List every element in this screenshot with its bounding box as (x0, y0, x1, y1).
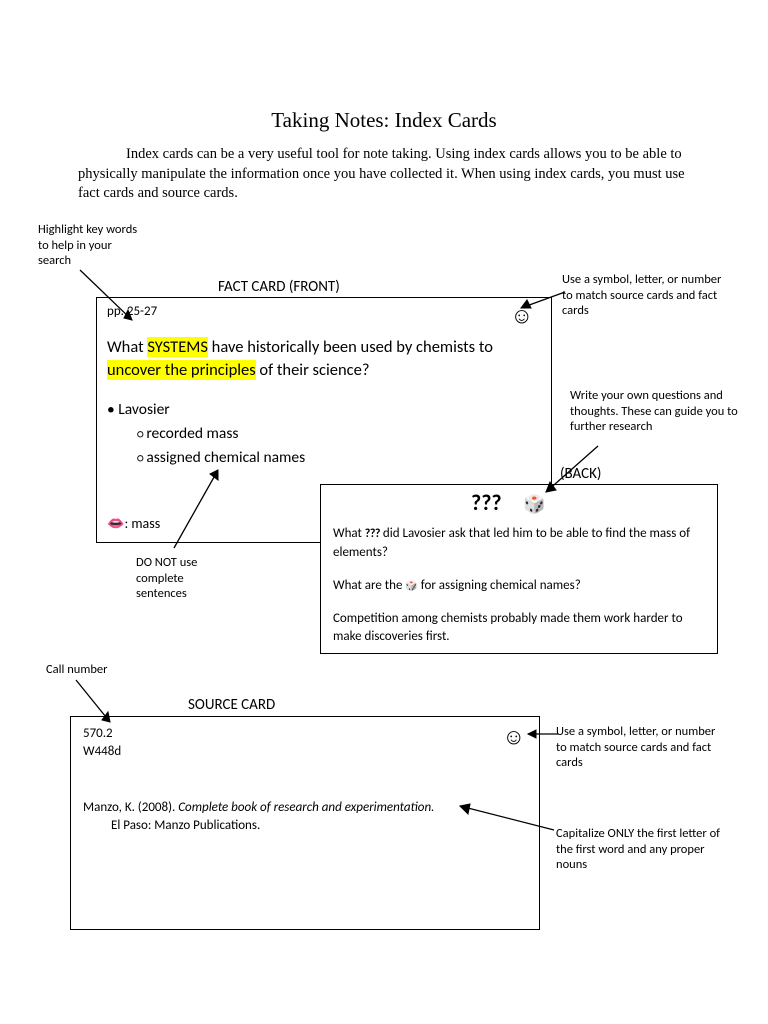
fact-card-back: ??? 🎲 What ??? did Lavosier ask that led… (320, 484, 718, 654)
arrow-icon (168, 464, 228, 554)
arrow-icon (76, 266, 146, 330)
lips-icon: 👄 (107, 515, 124, 532)
q-text: of their science? (256, 360, 370, 380)
inline-dice-icon: 🎲 (405, 579, 417, 592)
fact-card-question: What SYSTEMS have historically been used… (107, 336, 537, 382)
smiley-icon: ☺ (503, 723, 525, 750)
source-card-heading: SOURCE CARD (188, 696, 275, 714)
back-q2: What are the 🎲 for assigning chemical na… (333, 577, 705, 596)
annotation-symbol-bottom: Use a symbol, letter, or number to match… (556, 724, 716, 771)
fact-card-heading: FACT CARD (FRONT) (218, 278, 340, 296)
back-body: What ??? did Lavosier ask that led him t… (333, 525, 705, 661)
bullet-l2: recorded mass (137, 422, 305, 446)
bullet-l1: Lavosier (107, 398, 305, 422)
call-number-block: 570.2 W448d (83, 725, 121, 761)
q-highlight-1: SYSTEMS (147, 337, 208, 357)
arrow-icon (70, 676, 120, 730)
page: Taking Notes: Index Cards Index cards ca… (0, 0, 768, 1024)
back-q1: What ??? did Lavosier ask that led him t… (333, 525, 705, 563)
annotation-symbol-top: Use a symbol, letter, or number to match… (562, 272, 722, 319)
question-marks-icon: ??? (471, 489, 502, 516)
inline-question-icon: ??? (365, 527, 380, 541)
annotation-own-questions: Write your own questions and thoughts. T… (570, 388, 740, 435)
annotation-capitalize: Capitalize ONLY the first letter of the … (556, 826, 726, 873)
call-number-2: W448d (83, 743, 121, 761)
intro-paragraph: Index cards can be a very useful tool fo… (78, 145, 688, 204)
q-highlight-2: uncover the principles (107, 360, 256, 380)
annotation-highlight: Highlight key words to help in your sear… (38, 222, 138, 269)
page-title: Taking Notes: Index Cards (0, 108, 768, 133)
q-text: What (107, 337, 147, 357)
citation-title: Complete book of research and experiment… (178, 800, 434, 815)
arrow-icon (454, 800, 564, 840)
back-thought: Competition among chemists probably made… (333, 610, 705, 648)
arrow-icon (524, 724, 564, 744)
vocab-line: 👄: mass (107, 515, 160, 532)
q-text: have historically been used by chemists … (208, 337, 493, 357)
arrow-icon (515, 288, 575, 313)
fact-card-bullets: Lavosier recorded mass assigned chemical… (107, 398, 305, 470)
arrow-icon (538, 442, 608, 502)
annotation-no-sentences: DO NOT use complete sentences (136, 555, 236, 602)
